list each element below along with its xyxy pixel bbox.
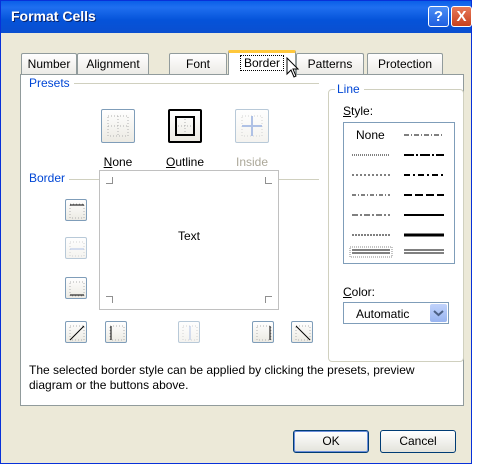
tab-patterns[interactable]: Patterns (296, 53, 364, 74)
preset-none-button[interactable] (101, 109, 135, 143)
border-right-button[interactable] (252, 321, 274, 343)
line-heading: Line (335, 82, 364, 96)
preset-inside-button[interactable] (235, 109, 269, 143)
color-select[interactable]: Automatic (343, 302, 449, 324)
dialog-title: Format Cells (11, 8, 96, 24)
title-bar[interactable]: Format Cells ? X (1, 1, 472, 33)
preview-corner (265, 296, 272, 303)
color-label: Color: (343, 285, 376, 299)
info-text: The selected border style can be applied… (29, 363, 415, 392)
format-cells-dialog: Format Cells ? X Number Alignment Font B… (0, 0, 472, 464)
close-button[interactable]: X (451, 6, 472, 27)
border-inside-horizontal-icon (69, 241, 85, 257)
tab-border-label: Border (239, 55, 285, 71)
tab-protection[interactable]: Protection (367, 53, 443, 74)
mouse-cursor-icon (286, 57, 300, 78)
cancel-button[interactable]: Cancel (380, 430, 456, 453)
border-left-button[interactable] (105, 321, 127, 343)
line-style-list[interactable]: None (343, 122, 455, 264)
border-inside-vertical-icon (182, 325, 198, 341)
border-inside-horizontal-button[interactable] (65, 237, 87, 259)
preset-inside-label: Inside (235, 155, 269, 169)
preview-text: Text (177, 229, 200, 243)
line-style-swatches: None (349, 128, 444, 258)
border-left-icon (109, 325, 125, 341)
preset-outline-button[interactable] (168, 109, 202, 143)
tab-alignment[interactable]: Alignment (77, 53, 149, 74)
tab-number[interactable]: Number (21, 53, 77, 74)
style-label: Style: (343, 104, 374, 118)
help-button[interactable]: ? (428, 6, 449, 27)
border-right-icon (256, 325, 272, 341)
preview-corner (265, 177, 272, 184)
border-top-button[interactable] (65, 199, 87, 221)
border-none-icon (107, 115, 129, 137)
diagonal-down-icon (295, 325, 311, 341)
border-diagonal-down-button[interactable] (291, 321, 313, 343)
preset-none-label: None (103, 155, 133, 169)
border-diagonal-up-button[interactable] (65, 321, 87, 343)
preview-corner (106, 177, 113, 184)
preview-corner (106, 296, 113, 303)
border-outline-icon (175, 116, 195, 136)
line-style-none: None (356, 128, 385, 142)
presets-heading: Presets (29, 76, 74, 90)
border-inside-icon (241, 115, 263, 137)
border-inside-vertical-button[interactable] (178, 321, 200, 343)
line-group: Line Style: None Color: Automatic (328, 82, 464, 362)
border-bottom-button[interactable] (65, 277, 87, 299)
border-preview[interactable]: Text (99, 170, 279, 310)
diagonal-up-icon (69, 325, 85, 341)
border-bottom-icon (69, 281, 85, 297)
dropdown-button[interactable] (430, 304, 447, 322)
chevron-down-icon (433, 310, 444, 317)
preset-outline-label: Outline (165, 155, 205, 169)
border-heading: Border (29, 171, 70, 185)
border-tab-panel: Presets None Outline Inside Border Text … (20, 74, 464, 406)
border-top-icon (69, 203, 85, 219)
ok-button[interactable]: OK (293, 430, 369, 453)
color-value: Automatic (356, 307, 410, 321)
tab-font[interactable]: Font (169, 53, 227, 74)
